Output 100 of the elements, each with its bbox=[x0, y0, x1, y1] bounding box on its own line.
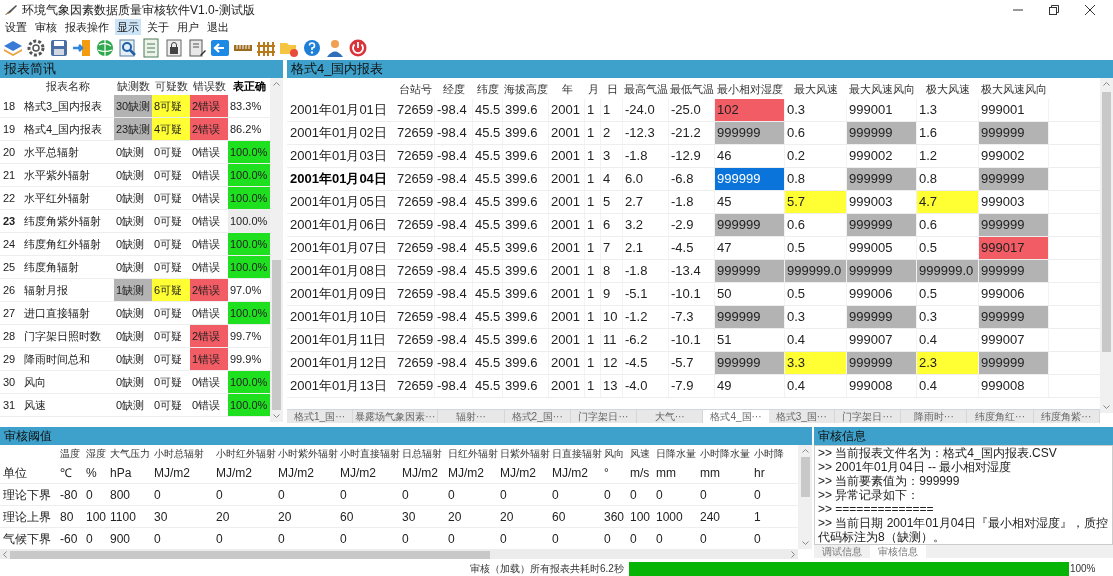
table-cell: 2001 bbox=[549, 191, 585, 213]
table-cell: 72659 bbox=[395, 306, 435, 328]
table-cell: 1 bbox=[585, 99, 601, 121]
table-cell-text: 降雨时间总和 bbox=[23, 351, 91, 367]
table-cell: -10.1 bbox=[669, 283, 715, 305]
tab[interactable]: 审核信息 bbox=[870, 545, 926, 558]
scrollbar[interactable] bbox=[798, 445, 812, 549]
power-icon[interactable] bbox=[348, 37, 368, 58]
log-line: >> 当前日期 2001年01月04日『最小相对湿度』，质控代码标注为8（缺测）。 bbox=[818, 516, 1109, 544]
column-header: 月 bbox=[586, 81, 600, 97]
scroll-right-icon[interactable] bbox=[791, 551, 795, 558]
menu-item[interactable]: 报表操作 bbox=[63, 18, 111, 36]
table-cell: 11 bbox=[601, 329, 623, 351]
table-cell: 999002 bbox=[979, 145, 1049, 167]
table-cell: 100.0% bbox=[228, 187, 270, 209]
column-header: 温度 bbox=[60, 447, 81, 461]
magnifier-icon[interactable] bbox=[118, 37, 138, 58]
column-header: 日红外辐射 bbox=[448, 447, 499, 461]
table-cell: 999999 bbox=[847, 306, 917, 328]
scrollbar-thumb[interactable] bbox=[1102, 92, 1111, 352]
table-cell: 72659 bbox=[395, 283, 435, 305]
table-cell: 2错误 bbox=[190, 95, 228, 117]
table-cell: 1 bbox=[585, 283, 601, 305]
column-header: 台站号 bbox=[397, 81, 433, 97]
table-cell-text: 99.9% bbox=[229, 351, 263, 367]
table-cell: -12.3 bbox=[623, 122, 669, 144]
table-cell: -4.0 bbox=[623, 375, 669, 397]
row-header: 2001年01月01日 bbox=[289, 101, 388, 120]
table-cell-text: 0错误 bbox=[191, 305, 222, 321]
table-cell-text: MJ/m2 bbox=[154, 464, 191, 482]
table-cell-text: 纬度角红外辐射 bbox=[23, 236, 102, 252]
globe-icon[interactable] bbox=[95, 37, 115, 58]
row-header: 理论下界 bbox=[2, 486, 52, 504]
table-cell: 72659 bbox=[395, 168, 435, 190]
column-header: 表正确 bbox=[231, 79, 267, 95]
table-cell: -98.4 bbox=[435, 283, 473, 305]
table-cell: 5 bbox=[601, 191, 623, 213]
table-cell: 100.0% bbox=[228, 164, 270, 186]
table-cell-text: 格式4_国内报表 bbox=[23, 121, 104, 137]
table-cell: -10.1 bbox=[669, 329, 715, 351]
tab[interactable]: 暴露场气象因素··· bbox=[353, 410, 439, 423]
import-icon[interactable] bbox=[72, 37, 92, 58]
panel-header: 审核阈值 bbox=[0, 427, 812, 445]
menu-item[interactable]: 显示 bbox=[115, 18, 141, 36]
table-cell-text: 0 bbox=[754, 530, 762, 548]
table-cell-text: 20 bbox=[278, 508, 293, 526]
save-icon[interactable] bbox=[49, 37, 69, 58]
menu-item[interactable]: 设置 bbox=[3, 18, 29, 36]
table-cell-text: 0错误 bbox=[191, 374, 222, 390]
scroll-down-icon[interactable] bbox=[273, 414, 280, 418]
horizontal-scrollbar[interactable] bbox=[0, 550, 798, 559]
scroll-up-icon[interactable] bbox=[801, 449, 809, 453]
table-cell-text: 0 bbox=[604, 486, 612, 504]
table-cell: 10 bbox=[601, 306, 623, 328]
scrollbar-thumb[interactable] bbox=[10, 550, 490, 559]
menu-item[interactable]: 退出 bbox=[205, 18, 231, 36]
log-line: >> 2001年01月04日 -- 最小相对湿度 bbox=[818, 460, 1013, 474]
table-cell: 999999 bbox=[715, 214, 785, 236]
table-cell: -4.5 bbox=[623, 352, 669, 374]
table-cell-text: 0 bbox=[402, 486, 410, 504]
table-cell-text: 0 bbox=[656, 486, 664, 504]
table-cell: 100.0% bbox=[228, 256, 270, 278]
table-cell: 5.7 bbox=[785, 191, 847, 213]
table-cell-text: 进口直接辐射 bbox=[23, 305, 91, 321]
scroll-down-icon[interactable] bbox=[1103, 405, 1110, 409]
table-cell-text: 水平总辐射 bbox=[23, 144, 80, 160]
table-cell-text: 99.7% bbox=[229, 328, 263, 344]
table-cell-text: 86.2% bbox=[229, 121, 263, 137]
user-icon[interactable] bbox=[325, 37, 345, 58]
table-cell: 72659 bbox=[395, 191, 435, 213]
menu-item[interactable]: 用户 bbox=[175, 18, 201, 36]
scrollbar[interactable] bbox=[270, 78, 283, 422]
log-line: >> ============== bbox=[818, 502, 935, 516]
scrollbar[interactable] bbox=[1100, 78, 1113, 413]
menu-item[interactable]: 关于 bbox=[145, 18, 171, 36]
scrollbar-thumb[interactable] bbox=[800, 457, 810, 497]
help-icon[interactable] bbox=[302, 37, 322, 58]
table-cell: 45.5 bbox=[473, 145, 503, 167]
row-header: 2001年01月06日 bbox=[289, 216, 388, 235]
gear-icon[interactable] bbox=[26, 37, 46, 58]
table-cell-text: 20 bbox=[500, 508, 515, 526]
lock-document-icon[interactable] bbox=[164, 37, 184, 58]
close-icon[interactable] bbox=[1085, 4, 1095, 15]
menu-item[interactable]: 审核 bbox=[33, 18, 59, 36]
table-cell-text: 0错误 bbox=[191, 397, 222, 413]
scroll-left-icon[interactable] bbox=[3, 551, 7, 558]
scroll-down-icon[interactable] bbox=[801, 541, 809, 545]
tab[interactable]: 格式4_国··· bbox=[703, 410, 769, 423]
table-cell: 2001 bbox=[549, 306, 585, 328]
table-cell: -98.4 bbox=[435, 214, 473, 236]
table-cell-text: 格式3_国内报表 bbox=[23, 98, 104, 114]
table-cell: 45.5 bbox=[473, 214, 503, 236]
table-cell-text: hr bbox=[754, 464, 766, 482]
table-cell: 45.5 bbox=[473, 122, 503, 144]
scroll-up-icon[interactable] bbox=[1103, 82, 1110, 86]
table-cell-text: 30 bbox=[154, 508, 169, 526]
document-edit-icon[interactable] bbox=[187, 37, 207, 58]
scrollbar-thumb[interactable] bbox=[272, 260, 281, 410]
scroll-up-icon[interactable] bbox=[273, 82, 280, 86]
restore-icon[interactable] bbox=[1049, 4, 1059, 15]
